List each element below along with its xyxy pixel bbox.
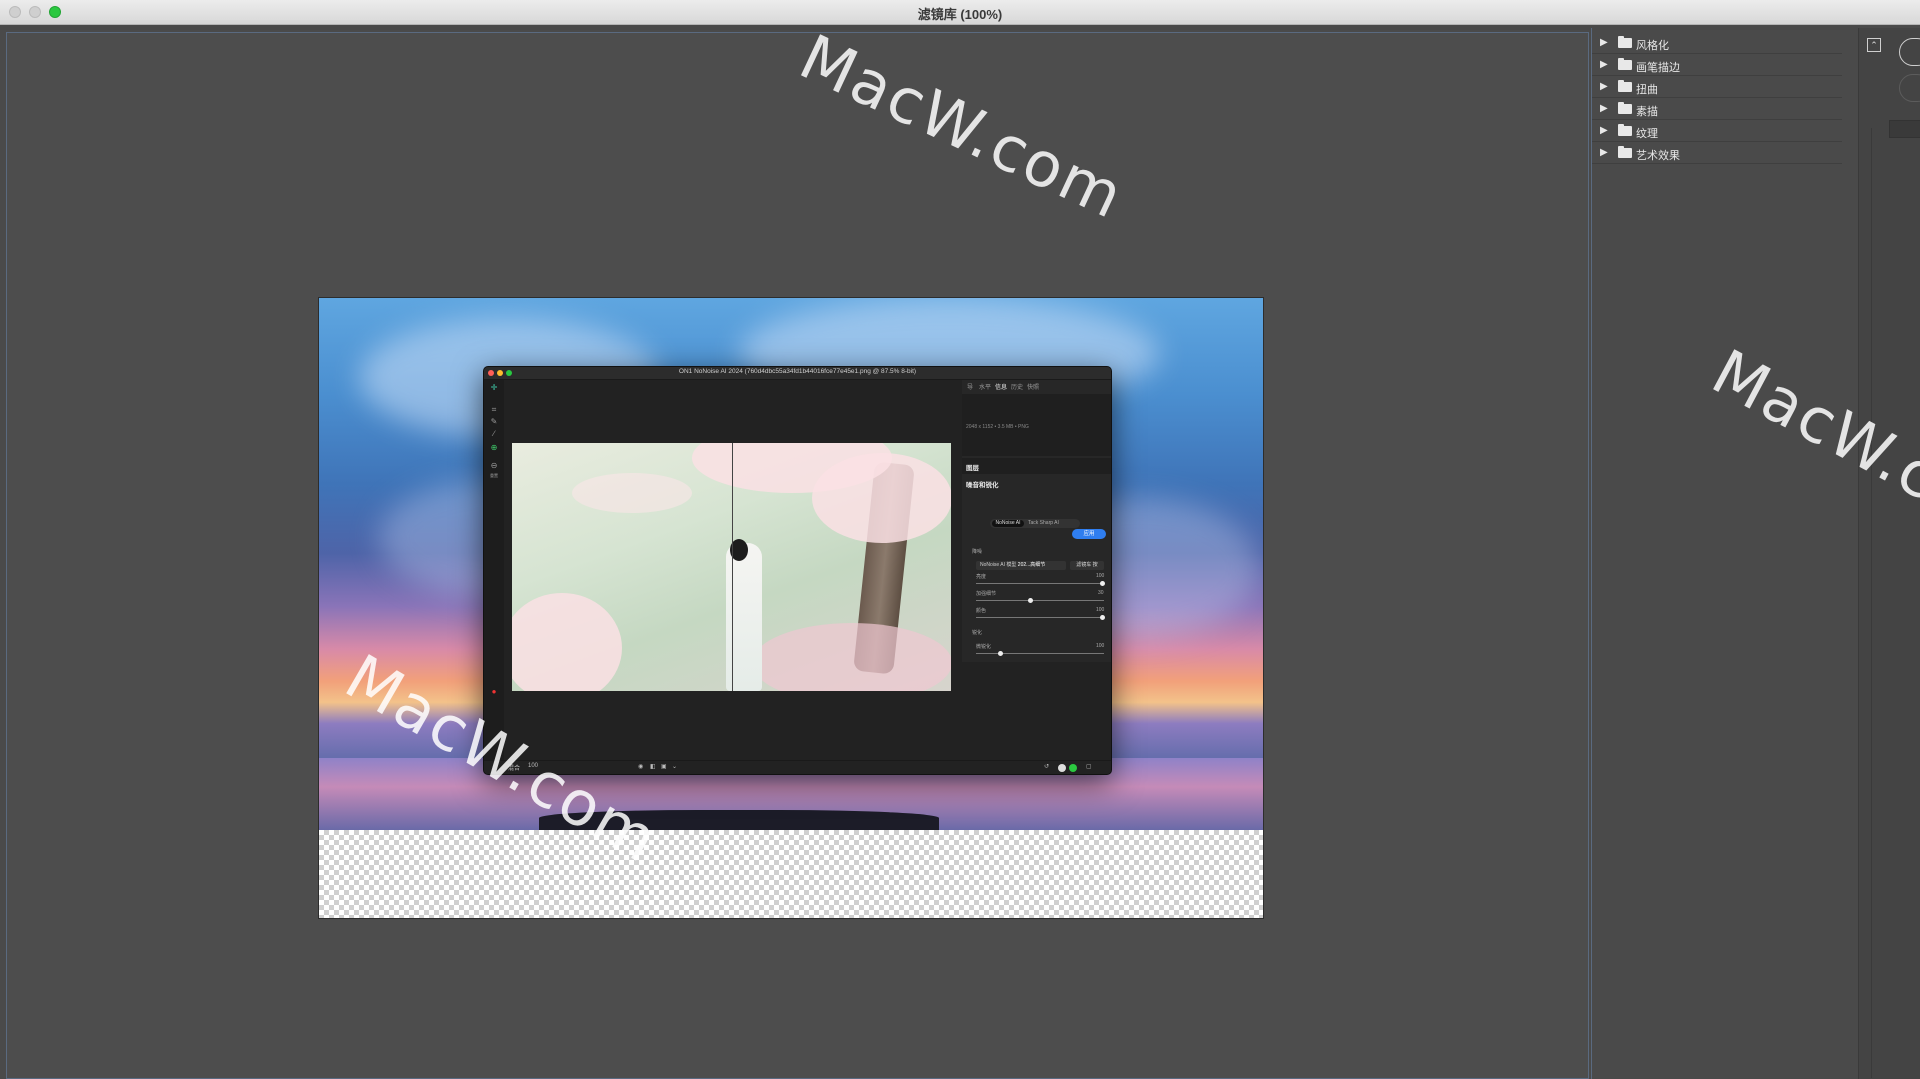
before-after-divider[interactable] — [732, 443, 733, 691]
on1-preview-image[interactable] — [512, 443, 951, 691]
slider-label: 亮度 — [976, 574, 987, 580]
ok-button[interactable] — [1899, 38, 1920, 66]
window-titlebar: 滤镜库 (100%) — [0, 0, 1920, 25]
slider-label: 微锐化 — [976, 644, 992, 650]
window-title: 滤镜库 (100%) — [917, 7, 1003, 22]
disclosure-triangle-icon[interactable]: ▶ — [1600, 125, 1608, 136]
collapse-panel-icon[interactable]: ⌃ — [1867, 38, 1881, 52]
slider-value: 100 — [1096, 573, 1105, 579]
filter-category-label: 素描 — [1636, 106, 1658, 118]
filter-categories-panel: ▶ 风格化 ▶ 画笔描边 ▶ 扭曲 ▶ 素描 ▶ 纹理 ▶ 艺术效果 — [1591, 28, 1858, 1079]
view-icon[interactable]: ▣ — [661, 763, 667, 770]
tab-history[interactable]: 历史 — [1011, 382, 1023, 391]
cancel-button[interactable] — [1899, 74, 1920, 102]
chevron-down-icon[interactable]: ⌄ — [672, 763, 677, 770]
disclosure-triangle-icon[interactable]: ▶ — [1600, 37, 1608, 48]
filter-category-sketch[interactable]: ▶ 素描 — [1592, 99, 1842, 120]
filter-category-texture[interactable]: ▶ 纹理 — [1592, 121, 1842, 142]
on1-tabs: 导 水平 信息 历史 快照 — [962, 380, 1111, 392]
disclosure-triangle-icon[interactable]: ▶ — [1600, 59, 1608, 70]
hand-tool-icon[interactable]: ⊖ — [489, 462, 499, 470]
folder-icon — [1618, 102, 1632, 114]
model-dropdown-value: 202...高细节 — [1017, 562, 1046, 568]
filter-select-dropdown[interactable] — [1889, 120, 1920, 138]
on1-title: ON1 NoNoise AI 2024 (760d4dbc55a34fd1b44… — [678, 368, 917, 375]
filter-category-distort[interactable]: ▶ 扭曲 — [1592, 77, 1842, 98]
tab-info[interactable]: 信息 — [995, 382, 1007, 391]
brush-tool-icon[interactable]: ✎ — [489, 418, 499, 426]
filter-category-label: 画笔描边 — [1636, 62, 1680, 74]
cancel-icon[interactable] — [1058, 764, 1066, 772]
folder-icon — [1618, 80, 1632, 92]
reset-tool-label: 重置 — [490, 473, 498, 478]
on1-titlebar: ON1 NoNoise AI 2024 (760d4dbc55a34fd1b44… — [484, 367, 1111, 380]
done-icon[interactable] — [1069, 764, 1077, 772]
apply-button[interactable]: 应用 — [1072, 529, 1106, 539]
crop-tool-icon[interactable]: ⌗ — [489, 406, 499, 414]
undo-icon[interactable]: ↺ — [1044, 763, 1049, 770]
tab-snapshots[interactable]: 快照 — [1027, 382, 1039, 391]
compare-icon[interactable]: ◧ — [650, 763, 656, 770]
retouch-tool-icon[interactable]: ∕ — [489, 430, 499, 438]
on1-nonoise-window: ON1 NoNoise AI 2024 (760d4dbc55a34fd1b44… — [483, 366, 1112, 775]
model-dropdown-label: NoNoise AI 模型 — [980, 562, 1017, 568]
detail-slider[interactable] — [976, 598, 1104, 603]
filter-category-label: 艺术效果 — [1636, 150, 1680, 162]
tab-levels[interactable]: 水平 — [979, 382, 991, 391]
file-info: 2048 x 1152 • 3.5 MB • PNG — [966, 424, 1029, 430]
color-slider[interactable] — [976, 615, 1105, 620]
filter-category-brush-strokes[interactable]: ▶ 画笔描边 — [1592, 55, 1842, 76]
zoom-tool-icon[interactable]: ⊕ — [489, 444, 499, 452]
filter-category-stylize[interactable]: ▶ 风格化 — [1592, 33, 1842, 54]
layers-heading: 图层 — [966, 465, 979, 472]
disclosure-triangle-icon[interactable]: ▶ — [1600, 81, 1608, 92]
slider-label: 颜色 — [976, 608, 987, 614]
eye-icon[interactable]: ◉ — [638, 763, 643, 770]
info-panel: 2048 x 1152 • 3.5 MB • PNG — [962, 394, 1111, 456]
slider-value: 100 — [1096, 643, 1105, 649]
filter-category-label: 风格化 — [1636, 40, 1669, 52]
noise-sharpen-heading: 噪音和锐化 — [966, 482, 999, 489]
slider-value: 100 — [1096, 607, 1105, 613]
slider-value: 30 — [1098, 590, 1104, 596]
move-tool-icon[interactable]: ✛ — [489, 384, 499, 392]
disclosure-triangle-icon[interactable]: ▶ — [1600, 103, 1608, 114]
filter-category-label: 纹理 — [1636, 128, 1658, 140]
folder-icon — [1618, 36, 1632, 48]
filter-category-artistic[interactable]: ▶ 艺术效果 — [1592, 143, 1842, 164]
mode-switch: NoNoise AI Tack Sharp AI — [990, 519, 1080, 528]
on1-toolbar: ✛ ⌗ ✎ ∕ ⊕ ⊖ 重置 ● — [484, 380, 504, 760]
slider-label: 加强细节 — [976, 591, 997, 597]
model-dropdown[interactable]: NoNoise AI 模型 202...高细节 — [976, 561, 1066, 570]
on1-right-panel: 导 水平 信息 历史 快照 2048 x 1152 • 3.5 MB • PNG… — [962, 380, 1111, 760]
panel-toggle-icon[interactable]: ▢ — [1086, 763, 1092, 770]
sharpen-label: 锐化 — [972, 630, 983, 636]
filter-options-panel: ⌃ — [1858, 28, 1920, 1079]
record-icon[interactable]: ● — [489, 688, 499, 696]
folder-icon — [1618, 124, 1632, 136]
disclosure-triangle-icon[interactable]: ▶ — [1600, 147, 1608, 158]
brightness-slider[interactable] — [976, 581, 1105, 586]
filter-category-label: 扭曲 — [1636, 84, 1658, 96]
mode-tab-tacksharp[interactable]: Tack Sharp AI — [1028, 520, 1059, 527]
transparent-area — [319, 830, 1263, 918]
filter-options-button[interactable]: 滤镜车 按 — [1070, 561, 1104, 570]
denoise-label: 降噪 — [972, 549, 983, 555]
folder-icon — [1618, 146, 1632, 158]
sharpen-slider[interactable] — [976, 651, 1104, 656]
mode-tab-nonoise[interactable]: NoNoise AI — [992, 520, 1024, 527]
folder-icon — [1618, 58, 1632, 70]
tab-navigator[interactable]: 导 — [967, 382, 973, 391]
